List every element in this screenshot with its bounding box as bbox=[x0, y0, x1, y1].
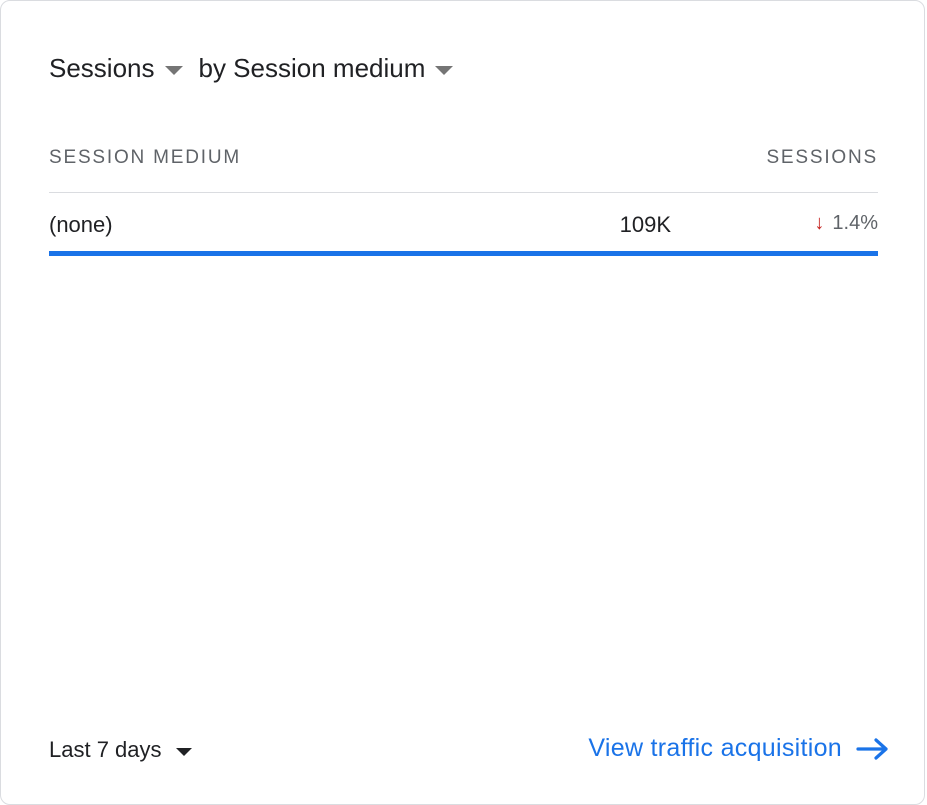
row-label: (none) bbox=[49, 212, 113, 237]
sessions-card: Sessions by Session medium SESSION MEDIU… bbox=[0, 0, 925, 805]
row-share-bar-fill bbox=[49, 251, 878, 256]
dimension-label: by Session medium bbox=[198, 53, 426, 83]
row-change: ↓ 1.4% bbox=[814, 212, 878, 235]
arrow-down-icon: ↓ bbox=[814, 212, 825, 234]
metric-selector[interactable]: Sessions bbox=[49, 53, 199, 84]
caret-down-icon bbox=[175, 747, 192, 756]
row-change-value: 1.4% bbox=[832, 212, 878, 234]
column-header-sessions: SESSIONS bbox=[766, 147, 878, 168]
caret-down-icon bbox=[435, 65, 454, 75]
caret-down-icon bbox=[164, 65, 183, 75]
date-range-selector[interactable]: Last 7 days bbox=[49, 737, 192, 763]
dimension-selector[interactable]: by Session medium bbox=[199, 53, 470, 84]
link-label: View traffic acquisition bbox=[588, 734, 842, 762]
header-divider bbox=[49, 192, 878, 193]
metric-label: Sessions bbox=[49, 53, 155, 83]
column-header-session-medium: SESSION MEDIUM bbox=[49, 147, 241, 168]
card-title: Sessions by Session medium bbox=[49, 53, 469, 84]
arrow-right-icon bbox=[856, 737, 888, 760]
row-share-bar bbox=[49, 251, 878, 256]
row-value: 109K bbox=[619, 212, 671, 237]
table-header: SESSION MEDIUM SESSIONS bbox=[49, 147, 878, 169]
table-row[interactable]: (none) 109K ↓ 1.4% bbox=[49, 212, 878, 244]
date-range-label: Last 7 days bbox=[49, 737, 162, 762]
view-traffic-acquisition-link[interactable]: View traffic acquisition bbox=[588, 734, 890, 763]
